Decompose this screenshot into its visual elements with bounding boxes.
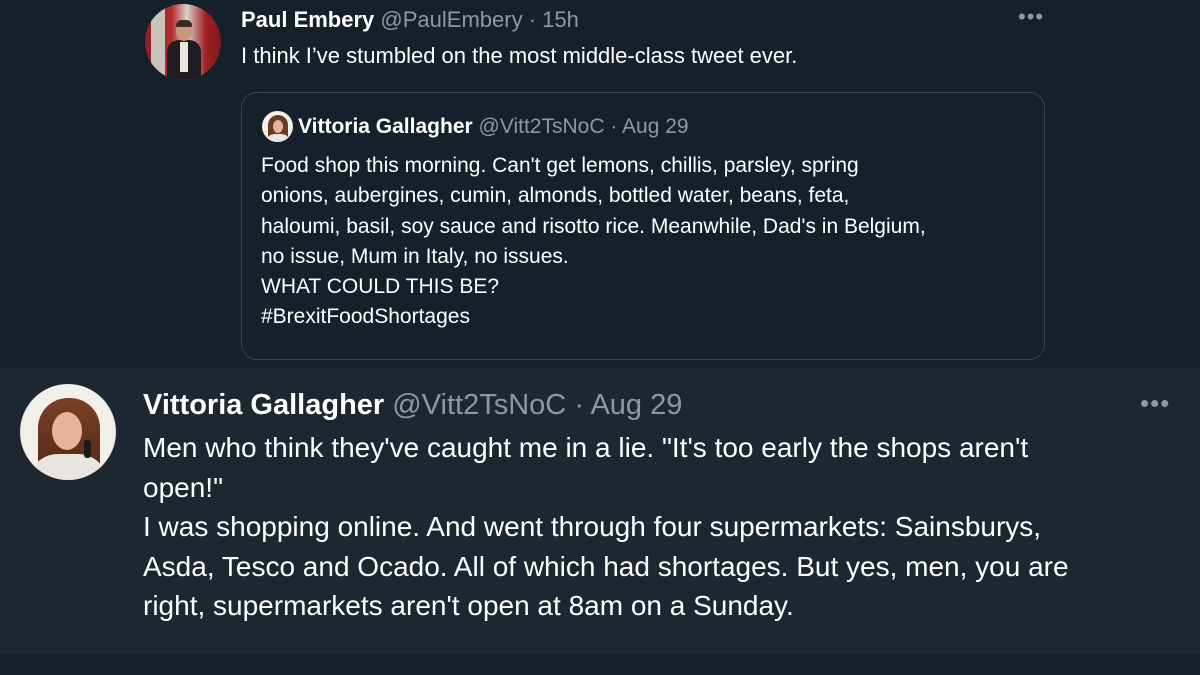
- tweet2-more-icon[interactable]: •••: [1140, 388, 1170, 419]
- tweet2-header: Vittoria Gallagher @Vitt2TsNoC · Aug 29: [143, 388, 682, 422]
- quoted-hashtag-link[interactable]: #BrexitFoodShortages: [261, 302, 1031, 332]
- avatar-hair: [176, 20, 192, 27]
- quoted-text-line: onions, aubergines, cumin, almonds, bott…: [261, 184, 850, 208]
- quoted-timestamp[interactable]: Aug 29: [622, 115, 689, 138]
- tweet2-text-line: open!": [143, 471, 224, 503]
- tweet2-text-line: I was shopping online. And went through …: [143, 511, 1042, 542]
- avatar-pillar: [151, 4, 165, 80]
- tweet-panel-footer: [0, 655, 1200, 675]
- tweet2-separator: ·: [574, 389, 584, 421]
- avatar-earring: [84, 440, 91, 458]
- quoted-text-line: Food shop this morning. Can't get lemons…: [261, 154, 859, 177]
- tweet2-text-line: right, supermarkets aren't open at 8am o…: [143, 590, 794, 621]
- avatar-face: [273, 120, 283, 133]
- tweet2-timestamp[interactable]: Aug 29: [590, 389, 682, 421]
- vittoria-gallagher-avatar[interactable]: [20, 384, 116, 480]
- tweet1-more-icon[interactable]: •••: [1018, 4, 1044, 30]
- tweet1-header: Paul Embery @PaulEmbery · 15h: [241, 7, 579, 33]
- tweet1-separator: ·: [528, 7, 537, 32]
- tweet2-author-handle[interactable]: @Vitt2TsNoC: [392, 389, 566, 421]
- quoted-tweet-text: Food shop this morning. Can't get lemons…: [261, 151, 1031, 333]
- tweet1-text: I think I’ve stumbled on the most middle…: [241, 43, 798, 68]
- tweet2-text: Men who think they've caught me in a lie…: [143, 428, 1183, 626]
- quoted-text-line: haloumi, basil, soy sauce and risotto ri…: [261, 214, 926, 238]
- vittoria-gallagher-avatar-small[interactable]: [262, 111, 293, 142]
- tweet2-author-name[interactable]: Vittoria Gallagher: [143, 389, 384, 421]
- avatar-face: [52, 412, 82, 450]
- tweet2-text-line: Asda, Tesco and Ocado. All of which had …: [143, 550, 1069, 582]
- quoted-tweet-header: Vittoria Gallagher @Vitt2TsNoC · Aug 29: [298, 114, 689, 140]
- quoted-author-handle[interactable]: @Vitt2TsNoC: [479, 115, 605, 138]
- tweet1-author-handle[interactable]: @PaulEmbery: [380, 7, 522, 32]
- paul-embery-avatar[interactable]: [145, 4, 221, 80]
- avatar-top: [265, 134, 291, 142]
- quoted-text-line: WHAT COULD THIS BE?: [261, 275, 500, 299]
- tweet2-text-line: Men who think they've caught me in a lie…: [143, 432, 1029, 463]
- avatar-shirt: [180, 42, 188, 72]
- quoted-text-line: no issue, Mum in Italy, no issues.: [261, 244, 569, 268]
- tweet1-timestamp[interactable]: 15h: [542, 7, 579, 32]
- quoted-separator: ·: [610, 115, 618, 138]
- tweet1-author-name[interactable]: Paul Embery: [241, 7, 374, 32]
- quoted-author-name[interactable]: Vittoria Gallagher: [298, 115, 473, 138]
